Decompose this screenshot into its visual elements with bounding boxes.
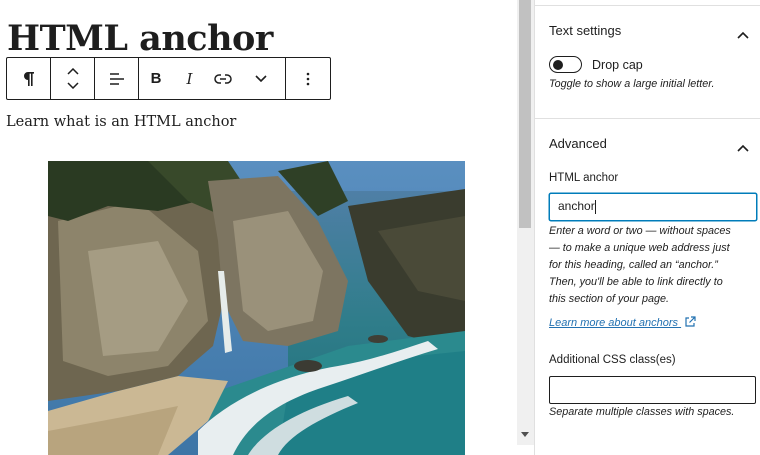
help-line: this section of your page. [549, 293, 670, 305]
editor-scrollbar[interactable] [517, 0, 534, 445]
align-left-icon [109, 72, 125, 86]
help-line: — to make a unique web address just [549, 242, 730, 254]
settings-sidebar: Text settings Drop cap Toggle to show a … [534, 0, 760, 455]
learn-more-link[interactable]: Learn more about anchors [549, 316, 696, 331]
drop-cap-label: Drop cap [592, 58, 643, 72]
external-link-icon [684, 316, 696, 331]
chevron-up-icon[interactable] [737, 26, 749, 39]
editor-canvas: HTML anchor B I Learn what is an HTML an… [0, 0, 517, 455]
help-line: for this heading, called an “anchor.” [549, 259, 718, 271]
options-button[interactable] [286, 58, 330, 99]
html-anchor-value: anchor [558, 199, 595, 213]
css-class-help: Separate multiple classes with spaces. [549, 406, 735, 418]
chevron-up-icon[interactable] [737, 139, 749, 152]
link-icon [214, 73, 232, 85]
drop-cap-help: Toggle to show a large initial letter. [549, 78, 715, 90]
landscape-photo [48, 161, 465, 455]
image-block[interactable] [48, 161, 465, 455]
paragraph-block[interactable]: Learn what is an HTML anchor [6, 114, 236, 130]
chevron-down-icon [255, 75, 267, 82]
toolbar-group-move [51, 58, 95, 99]
italic-button[interactable]: I [173, 58, 206, 99]
text-caret [594, 199, 596, 214]
toolbar-group-type [7, 58, 51, 99]
help-line: Then, you'll be able to link directly to [549, 276, 723, 288]
html-anchor-help: Enter a word or two — without spaces — t… [549, 223, 760, 308]
advanced-panel: Advanced HTML anchor anchor Enter a word… [535, 118, 760, 455]
toggle-knob [553, 59, 563, 70]
toolbar-group-align [95, 58, 139, 99]
css-class-label: Additional CSS class(es) [549, 354, 676, 366]
italic-icon: I [186, 69, 193, 88]
css-class-input[interactable] [549, 376, 756, 404]
heading-block[interactable]: HTML anchor [7, 18, 273, 59]
toolbar-group-options [286, 58, 330, 99]
text-settings-title[interactable]: Text settings [549, 23, 621, 38]
learn-more-text: Learn more about anchors [549, 317, 679, 329]
more-vertical-icon [306, 72, 310, 86]
pilcrow-icon [23, 71, 35, 87]
block-toolbar: B I [6, 57, 331, 100]
bold-button[interactable]: B [139, 58, 173, 99]
chevron-down-icon [66, 82, 79, 89]
chevron-up-icon [66, 68, 79, 75]
more-rich-text-button[interactable] [240, 58, 282, 99]
scrollbar-thumb[interactable] [519, 0, 531, 228]
toolbar-group-format: B I [139, 58, 286, 99]
scroll-down-arrow-icon[interactable] [521, 432, 529, 437]
paragraph-button[interactable] [7, 58, 50, 99]
move-button[interactable] [51, 58, 94, 99]
help-line: Enter a word or two — without spaces [549, 225, 731, 237]
html-anchor-label: HTML anchor [549, 172, 619, 184]
drop-cap-toggle[interactable] [549, 56, 582, 73]
text-settings-panel: Text settings Drop cap Toggle to show a … [535, 5, 760, 118]
align-button[interactable] [95, 58, 138, 99]
link-button[interactable] [206, 58, 240, 99]
bold-icon: B [150, 70, 162, 87]
advanced-title[interactable]: Advanced [549, 136, 607, 151]
html-anchor-input[interactable]: anchor [549, 193, 757, 221]
